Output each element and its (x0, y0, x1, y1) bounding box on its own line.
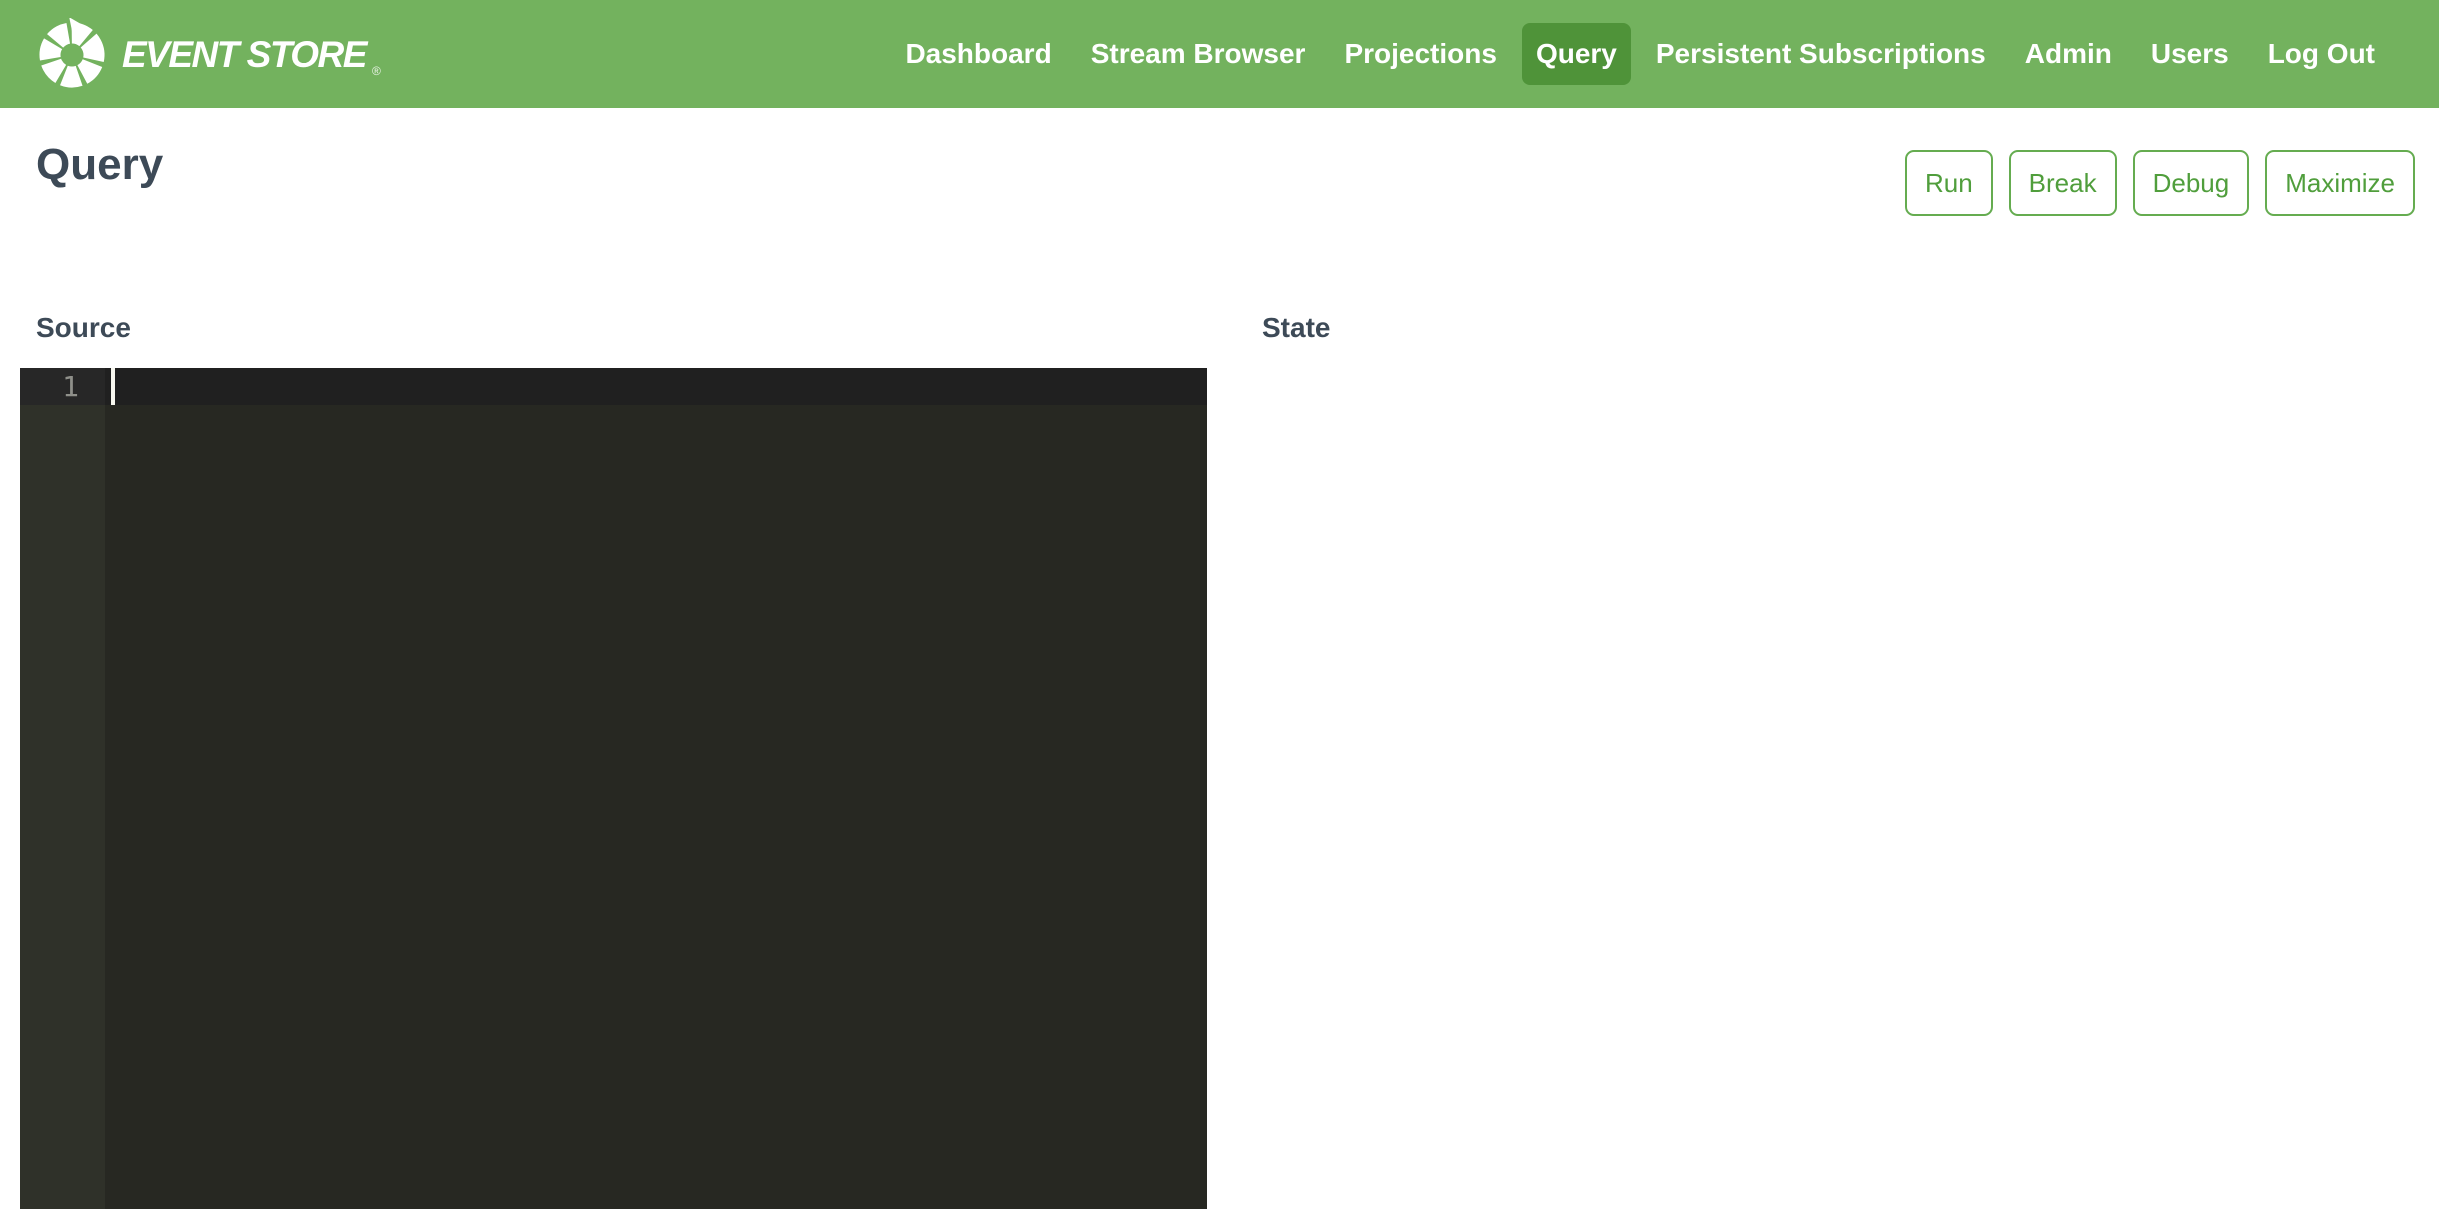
top-navbar: EVENT STORE ® Dashboard Stream Browser P… (0, 0, 2439, 108)
query-actions: Run Break Debug Maximize (1905, 150, 2415, 216)
page-header: Query Run Break Debug Maximize (0, 140, 2439, 216)
nav-item-projections[interactable]: Projections (1330, 23, 1510, 85)
query-source-editor[interactable]: 1 (20, 368, 1207, 1209)
debug-button[interactable]: Debug (2133, 150, 2250, 216)
state-panel: State (1226, 312, 2415, 1209)
nav-item-query[interactable]: Query (1522, 23, 1631, 85)
nav-item-users[interactable]: Users (2137, 23, 2243, 85)
page-title: Query (36, 140, 163, 190)
state-content (1226, 368, 2415, 1209)
run-button[interactable]: Run (1905, 150, 1993, 216)
nav-item-dashboard[interactable]: Dashboard (891, 23, 1065, 85)
text-cursor (111, 368, 115, 405)
nav-item-stream-browser[interactable]: Stream Browser (1077, 23, 1320, 85)
break-button[interactable]: Break (2009, 150, 2117, 216)
maximize-button[interactable]: Maximize (2265, 150, 2415, 216)
brand[interactable]: EVENT STORE ® (36, 18, 381, 90)
line-number: 1 (20, 368, 105, 405)
state-label: State (1262, 312, 2415, 344)
brand-name: EVENT STORE (122, 36, 366, 73)
nav-item-log-out[interactable]: Log Out (2254, 23, 2389, 85)
editor-content[interactable] (105, 368, 1207, 1209)
editor-active-line (105, 368, 1207, 405)
source-panel: Source 1 (20, 312, 1207, 1209)
nav-item-persistent-subscriptions[interactable]: Persistent Subscriptions (1642, 23, 2000, 85)
main-nav: Dashboard Stream Browser Projections Que… (891, 23, 2389, 85)
nav-item-admin[interactable]: Admin (2011, 23, 2126, 85)
content-columns: Source 1 State (0, 312, 2439, 1209)
editor-gutter: 1 (20, 368, 105, 1209)
event-store-logo-icon (36, 18, 108, 90)
source-label: Source (36, 312, 1207, 344)
brand-trademark: ® (372, 64, 381, 78)
